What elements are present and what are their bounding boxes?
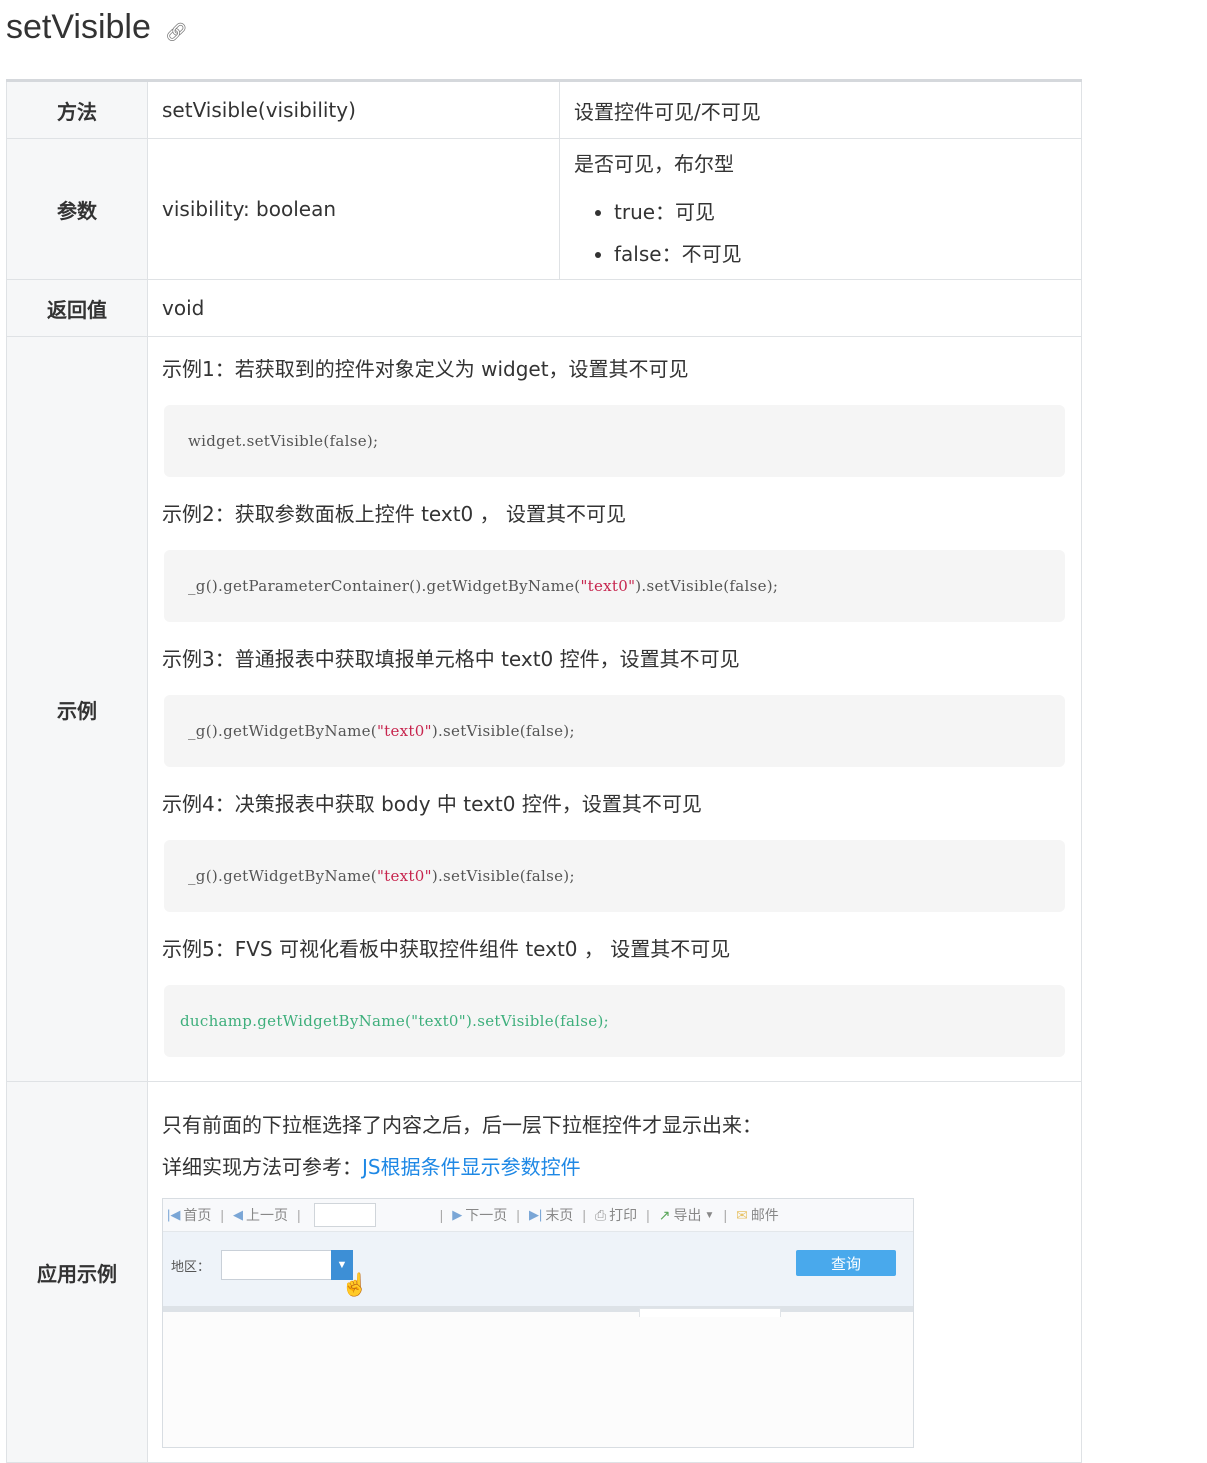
return-value: void bbox=[147, 279, 1082, 337]
table-row-params: 参数 visibility: boolean 是否可见，布尔型 true：可见 … bbox=[6, 138, 1082, 280]
examples-cell: 示例1：若获取到的控件对象定义为 widget，设置其不可见 widget.se… bbox=[147, 336, 1082, 1082]
toolbar-divider: | bbox=[220, 1207, 225, 1223]
link-icon[interactable]: 🔗︎ bbox=[165, 22, 188, 43]
code-text: _g().getWidgetByName( bbox=[188, 721, 377, 740]
code-text: _g().getWidgetByName( bbox=[188, 866, 377, 885]
report-content-area bbox=[163, 1308, 913, 1447]
api-table: 方法 setVisible(visibility) 设置控件可见/不可见 参数 … bbox=[6, 79, 1082, 1463]
example-1-text: 示例1：若获取到的控件对象定义为 widget，设置其不可见 bbox=[162, 356, 689, 381]
app-example-line2-prefix: 详细实现方法可参考： bbox=[162, 1155, 362, 1179]
toolbar-divider: | bbox=[582, 1207, 586, 1223]
print-button[interactable]: ⎙ 打印 bbox=[595, 1205, 637, 1225]
code-text: _g().getParameterContainer().getWidgetBy… bbox=[188, 576, 581, 595]
page-title-text: setVisible bbox=[6, 8, 151, 46]
example-2-text: 示例2：获取参数面板上控件 text0 ， 设置其不可见 bbox=[162, 501, 626, 526]
example-4-text: 示例4：决策报表中获取 body 中 text0 控件，设置其不可见 bbox=[162, 791, 702, 816]
code-text: duchamp.getWidgetByName("text0").setVisi… bbox=[180, 1011, 609, 1030]
table-row-return: 返回值 void bbox=[6, 279, 1082, 337]
query-button[interactable]: 查询 bbox=[796, 1250, 896, 1276]
app-example-line2: 详细实现方法可参考：JS根据条件显示参数控件 bbox=[162, 1146, 1067, 1188]
params-description: 是否可见，布尔型 bbox=[574, 152, 734, 176]
region-combo-input[interactable] bbox=[221, 1250, 333, 1280]
params-options-list: true：可见 false：不可见 bbox=[574, 191, 1067, 275]
toolbar-divider: | bbox=[646, 1207, 650, 1223]
report-toolbar: |◀ 首页 | ◀ 上一页 | | ▶ 下一页 | ▶| 末页 | ⎙ 打印 | ↗ 导出 ▼… bbox=[163, 1199, 913, 1232]
list-item: false：不可见 bbox=[614, 233, 1067, 275]
app-example-label: 应用示例 bbox=[6, 1081, 148, 1463]
example-3-text: 示例3：普通报表中获取填报单元格中 text0 控件，设置其不可见 bbox=[162, 646, 740, 671]
example-3-code: _g().getWidgetByName("text0").setVisible… bbox=[164, 694, 1065, 767]
sheet-tab[interactable] bbox=[639, 1308, 781, 1317]
app-example-line1: 只有前面的下拉框选择了内容之后，后一层下拉框控件才显示出来： bbox=[162, 1113, 762, 1137]
next-page-icon: ▶ bbox=[452, 1207, 463, 1222]
page-number-input[interactable] bbox=[313, 1203, 376, 1227]
toolbar-divider: | bbox=[297, 1207, 301, 1223]
example-5-text: 示例5：FVS 可视化看板中获取控件组件 text0 ， 设置其不可见 bbox=[162, 936, 731, 961]
params-signature: visibility: boolean bbox=[147, 138, 560, 280]
code-string: "text0" bbox=[580, 576, 636, 595]
return-label: 返回值 bbox=[6, 279, 148, 337]
chevron-down-icon: ▼ bbox=[704, 1209, 715, 1221]
mail-label: 邮件 bbox=[750, 1207, 779, 1223]
export-icon: ↗ bbox=[658, 1206, 671, 1223]
example-1-code: widget.setVisible(false); bbox=[164, 404, 1065, 477]
code-text: ).setVisible(false); bbox=[635, 576, 779, 595]
example-4-code: _g().getWidgetByName("text0").setVisible… bbox=[164, 839, 1065, 912]
first-page-button[interactable]: |◀ 首页 bbox=[167, 1205, 211, 1225]
prev-page-icon: ◀ bbox=[233, 1207, 244, 1222]
toolbar-divider: | bbox=[723, 1207, 728, 1223]
app-example-description: 只有前面的下拉框选择了内容之后，后一层下拉框控件才显示出来： 详细实现方法可参考… bbox=[162, 1104, 1067, 1188]
method-signature: setVisible(visibility) bbox=[147, 79, 560, 139]
app-example-cell: 只有前面的下拉框选择了内容之后，后一层下拉框控件才显示出来： 详细实现方法可参考… bbox=[147, 1081, 1082, 1463]
next-page-label: 下一页 bbox=[465, 1207, 508, 1223]
parameter-panel: 地区： ▼ ☝ 查询 bbox=[163, 1232, 913, 1312]
reference-link[interactable]: JS根据条件显示参数控件 bbox=[362, 1155, 581, 1179]
table-row-method: 方法 setVisible(visibility) 设置控件可见/不可见 bbox=[6, 79, 1082, 139]
method-label: 方法 bbox=[6, 79, 148, 139]
export-button[interactable]: ↗ 导出 ▼ bbox=[659, 1205, 715, 1225]
params-description-cell: 是否可见，布尔型 true：可见 false：不可见 bbox=[559, 138, 1082, 280]
table-row-examples: 示例 示例1：若获取到的控件对象定义为 widget，设置其不可见 widget… bbox=[6, 336, 1082, 1082]
printer-icon: ⎙ bbox=[594, 1206, 607, 1223]
last-page-icon: ▶| bbox=[528, 1207, 543, 1222]
prev-page-button[interactable]: ◀ 上一页 bbox=[233, 1205, 288, 1225]
code-string: "text0" bbox=[376, 721, 432, 740]
prev-page-label: 上一页 bbox=[246, 1207, 289, 1223]
mail-icon: ✉ bbox=[736, 1206, 748, 1223]
hand-cursor-icon: ☝ bbox=[341, 1272, 369, 1297]
code-text: ).setVisible(false); bbox=[431, 721, 575, 740]
examples-label: 示例 bbox=[6, 336, 148, 1082]
chevron-down-icon: ▼ bbox=[336, 1259, 348, 1271]
example-2-code: _g().getParameterContainer().getWidgetBy… bbox=[164, 549, 1065, 622]
export-label: 导出 bbox=[673, 1207, 702, 1223]
first-page-icon: |◀ bbox=[167, 1207, 181, 1222]
table-row-app-example: 应用示例 只有前面的下拉框选择了内容之后，后一层下拉框控件才显示出来： 详细实现… bbox=[6, 1081, 1082, 1463]
last-page-button[interactable]: ▶| 末页 bbox=[529, 1205, 573, 1225]
example-5-code: duchamp.getWidgetByName("text0").setVisi… bbox=[164, 984, 1065, 1057]
toolbar-divider: | bbox=[439, 1207, 444, 1223]
code-string: "text0" bbox=[376, 866, 432, 885]
code-text: widget.setVisible(false); bbox=[188, 431, 379, 450]
next-page-button[interactable]: ▶ 下一页 bbox=[452, 1205, 507, 1225]
first-page-label: 首页 bbox=[183, 1207, 212, 1223]
demo-screenshot: |◀ 首页 | ◀ 上一页 | | ▶ 下一页 | ▶| 末页 | ⎙ 打印 | ↗ 导出 ▼… bbox=[162, 1198, 914, 1448]
list-item: true：可见 bbox=[614, 191, 1067, 233]
print-label: 打印 bbox=[609, 1207, 638, 1223]
method-description: 设置控件可见/不可见 bbox=[559, 79, 1082, 139]
page-title: setVisible 🔗︎ bbox=[6, 8, 188, 47]
toolbar-divider: | bbox=[516, 1207, 520, 1223]
mail-button[interactable]: ✉ 邮件 bbox=[736, 1205, 779, 1225]
code-text: ).setVisible(false); bbox=[431, 866, 575, 885]
params-label: 参数 bbox=[6, 138, 148, 280]
region-label: 地区： bbox=[171, 1259, 211, 1274]
last-page-label: 末页 bbox=[545, 1207, 574, 1223]
